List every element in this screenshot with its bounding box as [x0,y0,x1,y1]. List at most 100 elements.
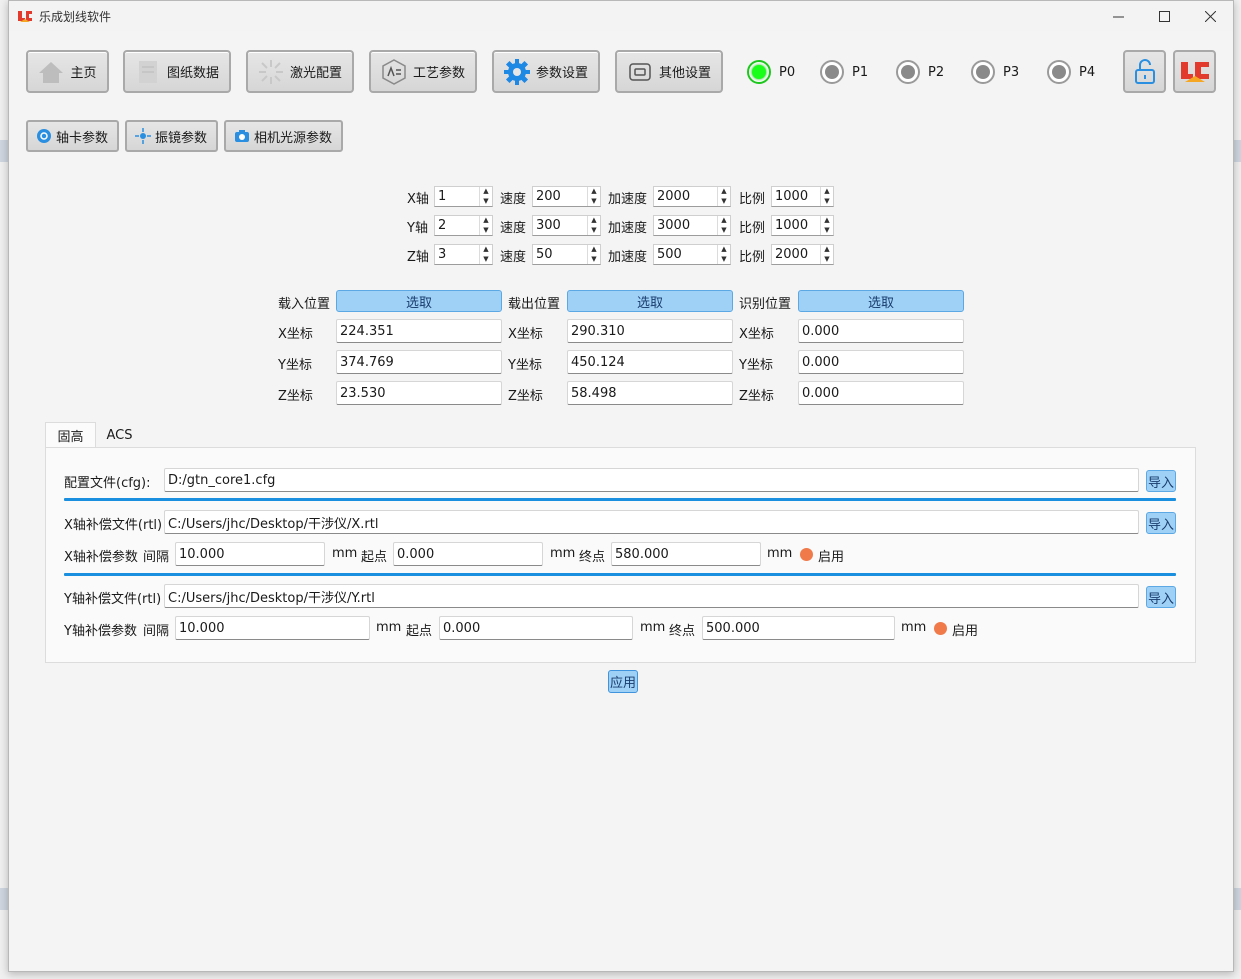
spin-arrows[interactable]: ▲ ▼ [479,187,492,206]
other-settings-button[interactable]: 其他设置 [615,50,723,93]
laser-icon [258,59,284,85]
load-z-field[interactable]: 23.530 [336,381,502,405]
spin-arrows[interactable]: ▲ ▼ [479,245,492,264]
interval-label: 间隔 [143,624,170,639]
brand-logo-button[interactable] [1173,50,1216,93]
port-label: P1 [852,64,869,80]
process-icon [381,58,407,85]
spin-arrows[interactable]: ▲ ▼ [717,216,730,235]
port-radio-p3[interactable]: P3 [971,58,1019,86]
spin-value: 1000 [775,218,809,233]
drawing-icon [135,59,161,85]
accel-spinbox[interactable]: 2000 ▲ ▼ [653,186,731,207]
unload-y-field[interactable]: 450.124 [567,350,733,374]
spin-value: 200 [536,189,561,204]
speed-spinbox[interactable]: 50 ▲ ▼ [532,244,601,265]
spin-arrows[interactable]: ▲ ▼ [587,245,600,264]
port-radio-p2[interactable]: P2 [896,58,944,86]
y-interval-field[interactable]: 10.000 [175,616,370,640]
recognition-y-field[interactable]: 0.000 [798,350,964,374]
close-button[interactable] [1187,1,1233,31]
spin-value: 2 [438,218,447,233]
speed-label: 速度 [500,250,527,265]
x-interval-field[interactable]: 10.000 [175,542,325,566]
end-label: 终点 [669,624,696,639]
spin-arrows[interactable]: ▲ ▼ [820,216,833,235]
spin-arrows[interactable]: ▲ ▼ [820,187,833,206]
apply-button[interactable]: 应用 [608,670,638,693]
unload-pick-button[interactable]: 选取 [567,290,733,312]
y-coord-label: Y坐标 [739,358,773,373]
load-x-field[interactable]: 224.351 [336,319,502,343]
lock-button[interactable] [1123,50,1166,93]
port-radio-p4[interactable]: P4 [1047,58,1095,86]
axis-number-spinbox[interactable]: 1 ▲ ▼ [434,186,493,207]
x-comp-file-field[interactable]: C:/Users/jhc/Desktop/干涉仪/X.rtl [164,510,1139,534]
unit-label: mm [767,546,793,561]
load-pick-button[interactable]: 选取 [336,290,502,312]
recognition-x-field[interactable]: 0.000 [798,319,964,343]
x-start-field[interactable]: 0.000 [393,542,543,566]
y-enable-checkbox[interactable] [934,622,947,635]
x-enable-checkbox[interactable] [800,548,813,561]
unload-z-field[interactable]: 58.498 [567,381,733,405]
axis-number-spinbox[interactable]: 2 ▲ ▼ [434,215,493,236]
spin-arrows[interactable]: ▲ ▼ [587,187,600,206]
tab-acs[interactable]: ACS [96,422,143,448]
home-button[interactable]: 主页 [26,50,109,93]
spin-arrows[interactable]: ▲ ▼ [479,216,492,235]
ratio-spinbox[interactable]: 2000 ▲ ▼ [771,244,834,265]
radio-indicator [1047,60,1071,84]
interval-label: 间隔 [143,550,170,565]
spin-arrows[interactable]: ▲ ▼ [820,245,833,264]
galvo-params-button[interactable]: 振镜参数 [125,120,218,152]
load-y-field[interactable]: 374.769 [336,350,502,374]
accel-spinbox[interactable]: 500 ▲ ▼ [653,244,731,265]
x-end-field[interactable]: 580.000 [611,542,761,566]
accel-label: 加速度 [608,221,648,236]
y-comp-file-field[interactable]: C:/Users/jhc/Desktop/干涉仪/Y.rtl [164,584,1139,608]
param-settings-button[interactable]: 参数设置 [492,50,600,93]
ratio-label: 比例 [739,250,766,265]
speed-spinbox[interactable]: 300 ▲ ▼ [532,215,601,236]
y-comp-import-button[interactable]: 导入 [1146,586,1176,608]
speed-spinbox[interactable]: 200 ▲ ▼ [532,186,601,207]
laser-config-button[interactable]: 激光配置 [246,50,354,93]
x-comp-import-button[interactable]: 导入 [1146,512,1176,534]
process-params-button[interactable]: 工艺参数 [369,50,477,93]
axis-card-params-button[interactable]: 轴卡参数 [26,120,119,152]
ratio-label: 比例 [739,221,766,236]
spin-arrows[interactable]: ▲ ▼ [717,187,730,206]
accel-spinbox[interactable]: 3000 ▲ ▼ [653,215,731,236]
port-radio-p0[interactable]: P0 [747,58,795,86]
recognition-z-field[interactable]: 0.000 [798,381,964,405]
axis-row-label: Y轴 [407,221,428,236]
camera-light-params-button[interactable]: 相机光源参数 [224,120,343,152]
y-start-field[interactable]: 0.000 [439,616,633,640]
drawing-data-button[interactable]: 图纸数据 [123,50,231,93]
recognition-pick-button[interactable]: 选取 [798,290,964,312]
camera-icon [235,130,249,142]
axis-card-label: 轴卡参数 [56,130,109,146]
unit-label: mm [550,546,576,561]
close-icon [1204,10,1216,22]
end-label: 终点 [579,550,606,565]
accel-label: 加速度 [608,250,648,265]
port-label: P0 [779,64,796,80]
speed-label: 速度 [500,221,527,236]
ratio-spinbox[interactable]: 1000 ▲ ▼ [771,186,834,207]
maximize-button[interactable] [1141,1,1187,31]
cfg-import-button[interactable]: 导入 [1146,470,1176,492]
x-coord-label: X坐标 [739,327,774,342]
minimize-button[interactable] [1095,1,1141,31]
y-end-field[interactable]: 500.000 [702,616,895,640]
tab-googol[interactable]: 固高 [45,422,96,448]
z-coord-label: Z坐标 [508,389,543,404]
port-radio-p1[interactable]: P1 [820,58,868,86]
axis-number-spinbox[interactable]: 3 ▲ ▼ [434,244,493,265]
cfg-file-field[interactable]: D:/gtn_core1.cfg [164,468,1139,492]
unload-x-field[interactable]: 290.310 [567,319,733,343]
spin-arrows[interactable]: ▲ ▼ [587,216,600,235]
spin-arrows[interactable]: ▲ ▼ [717,245,730,264]
ratio-spinbox[interactable]: 1000 ▲ ▼ [771,215,834,236]
